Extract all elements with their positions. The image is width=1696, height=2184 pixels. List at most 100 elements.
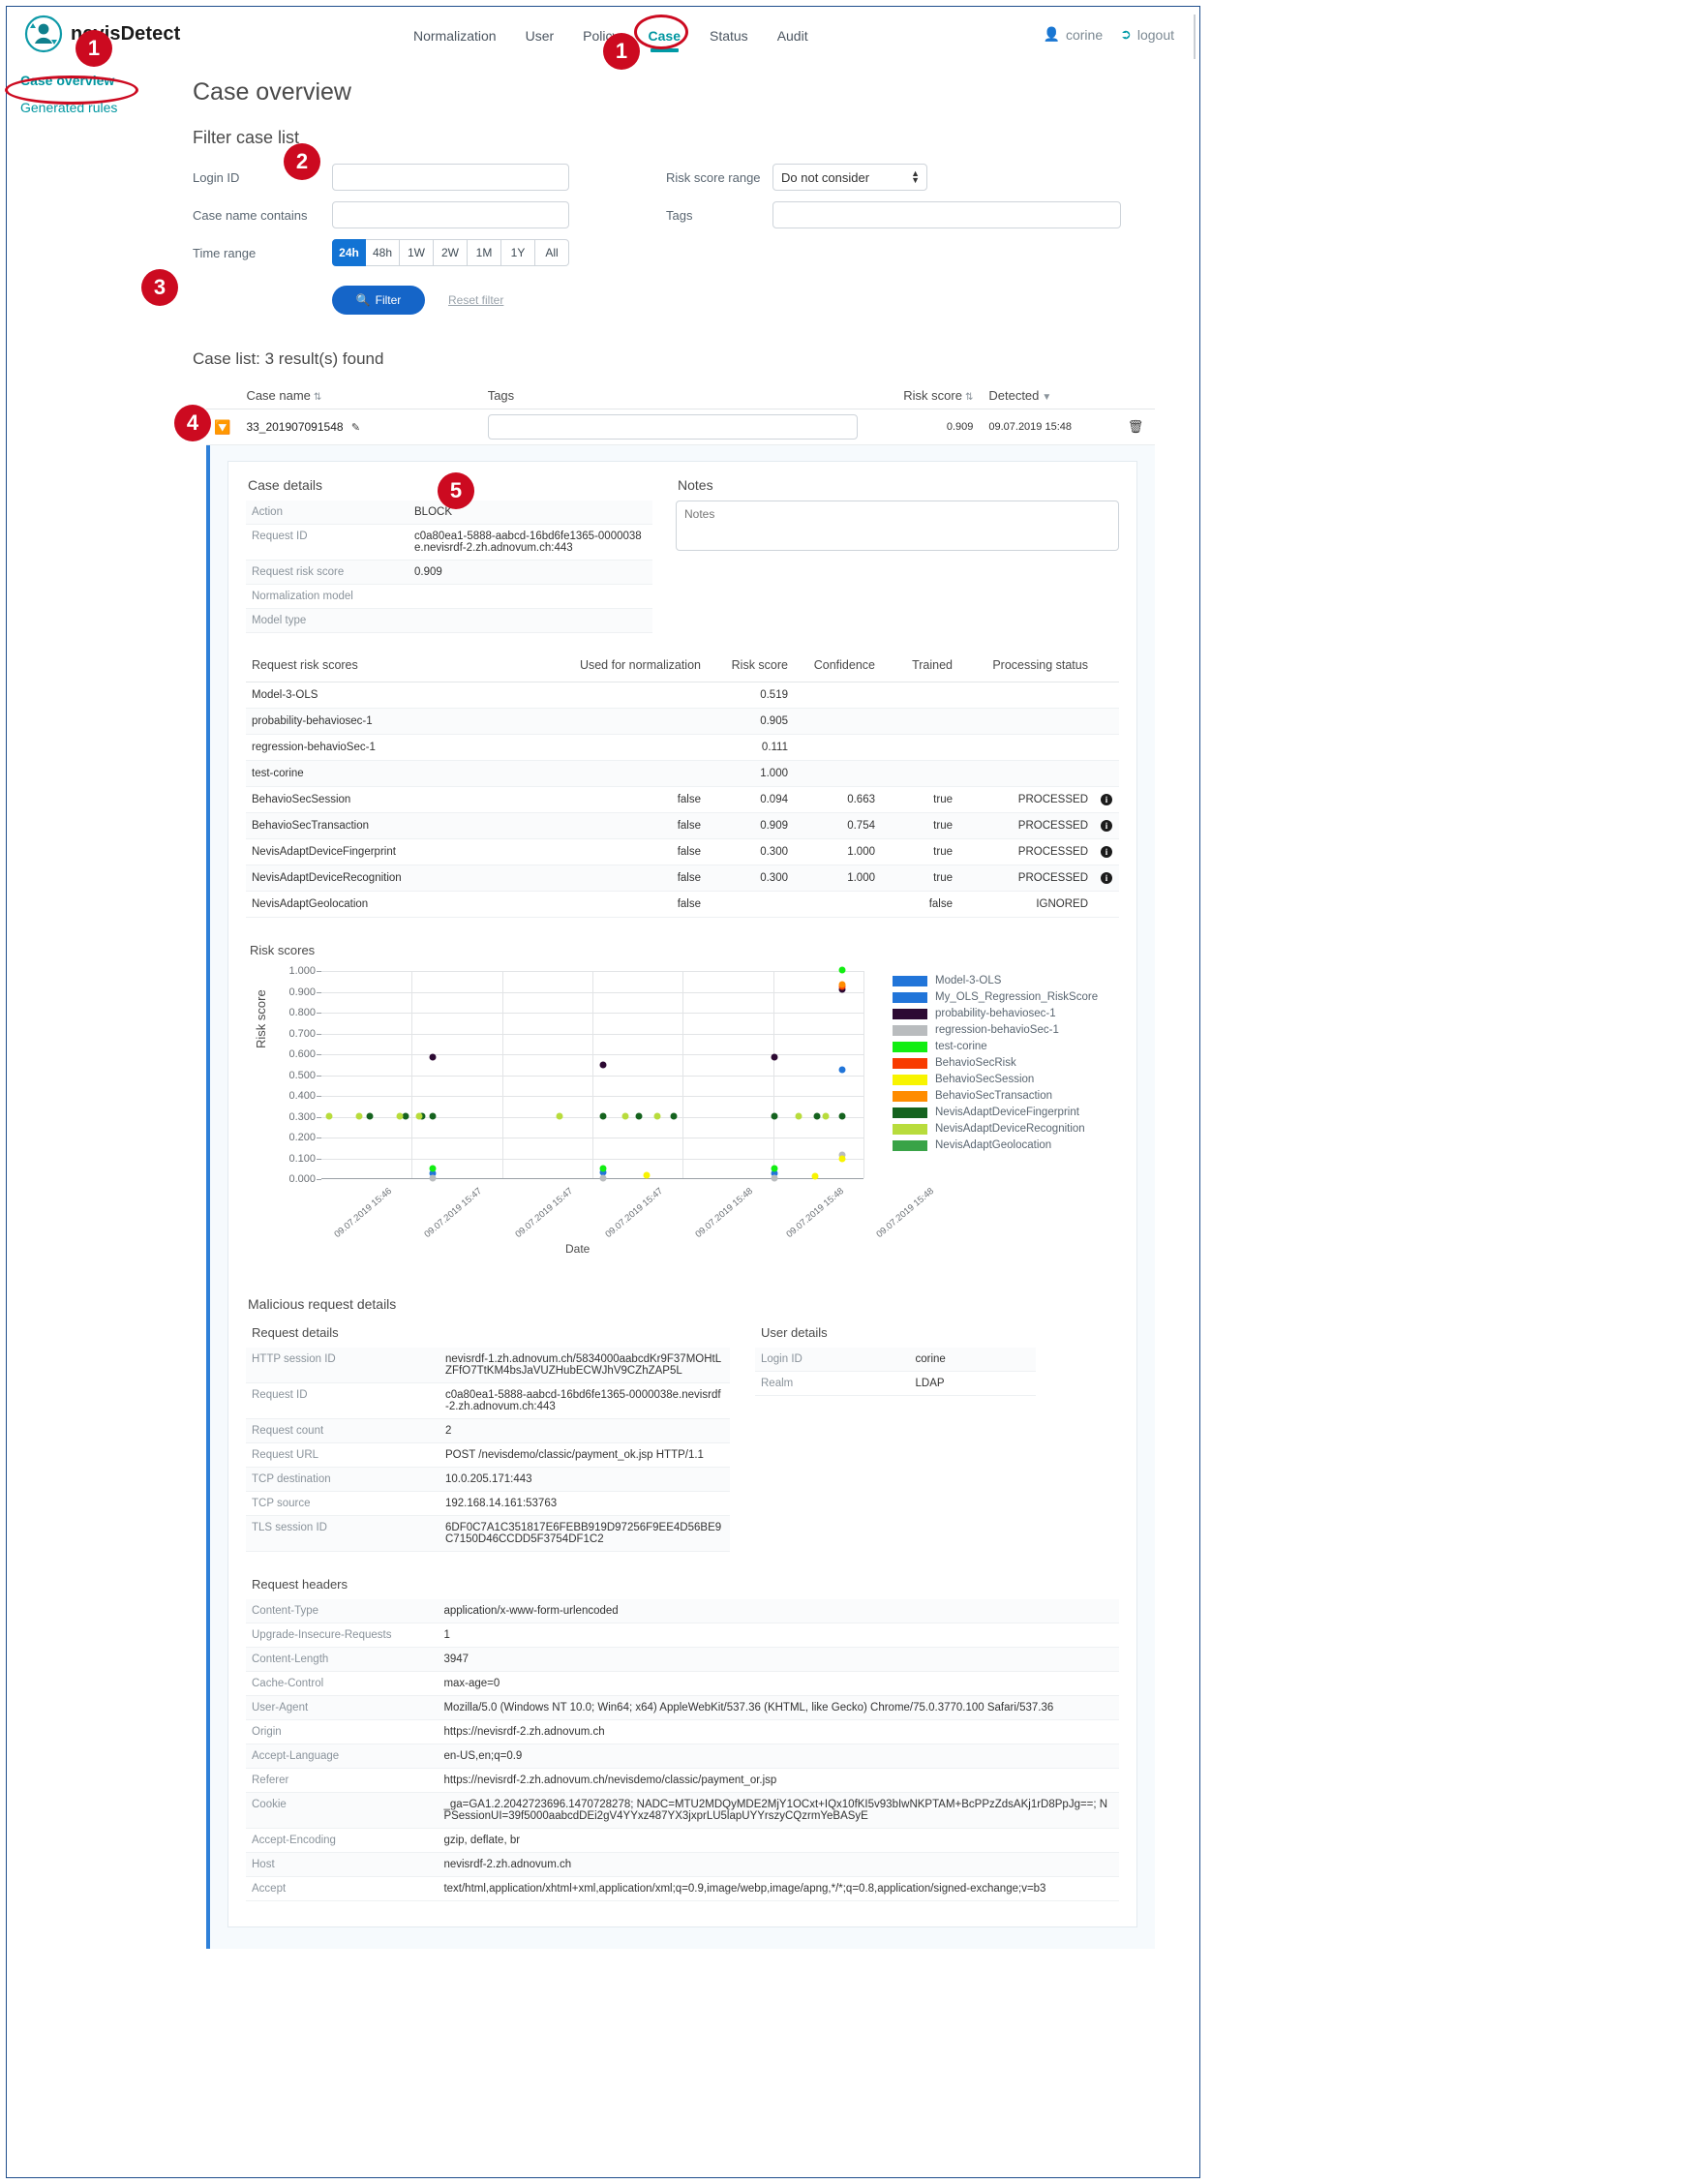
rrs-col-status: Processing status [958, 652, 1094, 682]
chart-x-tick: 09.07.2019 15:47 [513, 1186, 575, 1240]
nav-audit[interactable]: Audit [777, 28, 808, 46]
chart-data-point [811, 1173, 818, 1180]
detail-key: Normalization model [246, 585, 409, 609]
rrs-col-used: Used for normalization [552, 652, 707, 682]
info-icon[interactable]: i [1101, 846, 1112, 858]
reset-filter-link[interactable]: Reset filter [448, 293, 503, 307]
request-details-table: HTTP session IDnevisrdf-1.zh.adnovum.ch/… [246, 1348, 730, 1552]
rrs-status [958, 682, 1094, 709]
chart-x-tick: 09.07.2019 15:47 [603, 1186, 665, 1240]
info-icon[interactable]: i [1101, 820, 1112, 832]
annotation-badge-1b: 1 [603, 33, 640, 70]
column-detected-label: Detected [988, 388, 1039, 403]
chart-gridline [502, 971, 503, 1178]
time-range-segmented-control: 24h 48h 1W 2W 1M 1Y All [332, 239, 569, 266]
legend-swatch [893, 1091, 927, 1102]
legend-label: regression-behavioSec-1 [935, 1024, 1059, 1036]
column-detected[interactable]: Detected▼ [981, 382, 1116, 410]
time-range-2w[interactable]: 2W [434, 239, 468, 266]
pencil-icon[interactable]: ✎ [351, 422, 360, 434]
user-name: corine [1066, 27, 1103, 43]
rrs-name: Model-3-OLS [246, 682, 552, 709]
info-icon[interactable]: i [1101, 872, 1112, 884]
time-range-24h[interactable]: 24h [332, 239, 366, 266]
column-risk-score-label: Risk score [903, 388, 962, 403]
time-range-1w[interactable]: 1W [400, 239, 434, 266]
current-user[interactable]: 👤 corine [1044, 26, 1104, 43]
detail-value: 192.168.14.161:53763 [439, 1492, 730, 1516]
trash-icon[interactable]: 🗑 [1128, 419, 1144, 434]
nav-user[interactable]: User [526, 28, 555, 46]
time-range-48h[interactable]: 48h [366, 239, 400, 266]
column-risk-score[interactable]: Risk score⇅ [865, 382, 982, 410]
chart-data-point [838, 982, 845, 988]
risk-score-range-select[interactable]: Do not consider [772, 164, 927, 191]
application-window: nevisDetect Normalization User Policy Ca… [6, 6, 1200, 2178]
rrs-risk [707, 892, 794, 918]
nav-normalization[interactable]: Normalization [413, 28, 497, 46]
table-row: HTTP session IDnevisrdf-1.zh.adnovum.ch/… [246, 1348, 730, 1383]
request-risk-scores-table: Request risk scores Used for normalizati… [246, 652, 1119, 918]
rrs-trained: true [881, 813, 958, 839]
chart-data-point [429, 1174, 436, 1181]
legend-item: NevisAdaptDeviceFingerprint [893, 1107, 1098, 1118]
row-tags-input[interactable] [488, 414, 858, 440]
chart-title: Risk scores [250, 943, 1119, 957]
info-icon[interactable]: i [1101, 794, 1112, 805]
detail-key: TLS session ID [246, 1516, 439, 1552]
table-header-row: Request risk scores Used for normalizati… [246, 652, 1119, 682]
tags-filter-group: Tags [666, 201, 1121, 228]
legend-swatch [893, 1140, 927, 1151]
rrs-col-confidence: Confidence [794, 652, 881, 682]
rrs-confidence: 1.000 [794, 865, 881, 892]
case-name-input[interactable] [332, 201, 569, 228]
chart-data-point [838, 967, 845, 974]
nav-status[interactable]: Status [710, 28, 748, 46]
legend-label: NevisAdaptDeviceFingerprint [935, 1107, 1079, 1118]
chart-y-tick: 0.000 [288, 1173, 316, 1185]
detail-value: 2 [439, 1419, 730, 1443]
notes-textarea[interactable] [676, 500, 1119, 551]
nav-case[interactable]: Case [649, 28, 681, 46]
detail-value: POST /nevisdemo/classic/payment_ok.jsp H… [439, 1443, 730, 1468]
case-list-header-row: Case name⇅ Tags Risk score⇅ Detected▼ [206, 382, 1155, 410]
detail-key: User-Agent [246, 1696, 438, 1720]
annotation-badge-4: 4 [174, 405, 211, 441]
detail-value: text/html,application/xhtml+xml,applicat… [438, 1877, 1119, 1901]
filter-button[interactable]: 🔍 Filter [332, 286, 425, 315]
chart-x-tick: 09.07.2019 15:48 [784, 1186, 846, 1240]
time-range-1y[interactable]: 1Y [501, 239, 535, 266]
time-range-all[interactable]: All [535, 239, 569, 266]
tags-input[interactable] [772, 201, 1121, 228]
legend-swatch [893, 976, 927, 986]
chart-x-tick: 09.07.2019 15:47 [423, 1186, 485, 1240]
chart-data-point [600, 1061, 607, 1068]
chart-y-tick: 0.600 [288, 1048, 316, 1060]
login-id-input[interactable] [332, 164, 569, 191]
table-row: Normalization model [246, 585, 652, 609]
table-row: TCP destination10.0.205.171:443 [246, 1468, 730, 1492]
annotation-badge-1a: 1 [76, 30, 112, 67]
person-icon: 👤 [1044, 26, 1060, 43]
case-list-table: Case name⇅ Tags Risk score⇅ Detected▼ 🔽 … [206, 382, 1155, 445]
sidebar-item-case-overview[interactable]: Case overview [7, 67, 187, 94]
case-list-heading: Case list: 3 result(s) found [193, 349, 1199, 369]
legend-label: test-corine [935, 1041, 987, 1052]
column-case-name[interactable]: Case name⇅ [238, 382, 479, 410]
rrs-confidence: 1.000 [794, 839, 881, 865]
logout-button[interactable]: ➲ logout [1120, 26, 1174, 43]
detail-value: application/x-www-form-urlencoded [438, 1599, 1119, 1623]
detail-value: https://nevisrdf-2.zh.adnovum.ch [438, 1720, 1119, 1744]
top-bar: nevisDetect Normalization User Policy Ca… [7, 7, 1199, 67]
table-row[interactable]: 🔽 33_201907091548 ✎ 0.909 09.07.2019 15:… [206, 410, 1155, 445]
expand-row-icon[interactable]: 🔽 [214, 419, 230, 435]
row-detected: 09.07.2019 15:48 [981, 410, 1116, 445]
rrs-col-name: Request risk scores [246, 652, 552, 682]
rrs-risk: 0.111 [707, 735, 794, 761]
sidebar-item-generated-rules[interactable]: Generated rules [7, 94, 187, 121]
chart-data-point [415, 1112, 422, 1119]
tags-label: Tags [666, 208, 772, 223]
time-range-1m[interactable]: 1M [468, 239, 501, 266]
logout-icon: ➲ [1120, 26, 1132, 43]
column-tags: Tags [480, 382, 865, 410]
